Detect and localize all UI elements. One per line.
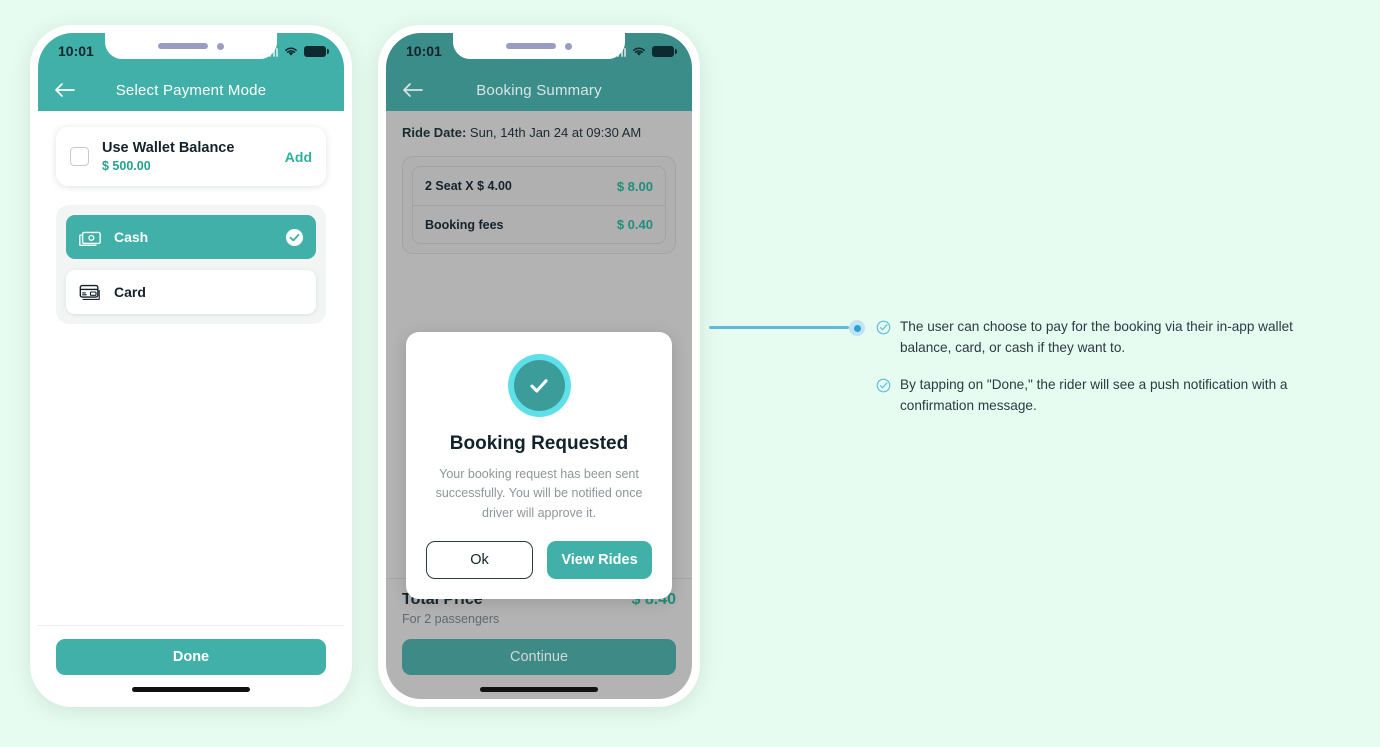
fare-label: 2 Seat X $ 4.00 bbox=[425, 179, 512, 193]
dialog-description: Your booking request has been sent succe… bbox=[435, 467, 643, 520]
cash-banknote-icon bbox=[79, 231, 101, 246]
wallet-balance-card[interactable]: Use Wallet Balance $ 500.00 Add bbox=[56, 127, 326, 186]
phone-mockup-booking-summary: 10:01 Booking Summary Ride Date: Sun, 14… bbox=[378, 25, 700, 707]
wifi-icon bbox=[633, 47, 645, 56]
checkbox-unchecked-icon[interactable] bbox=[70, 147, 89, 166]
status-time: 10:01 bbox=[58, 43, 94, 59]
wallet-text-block: Use Wallet Balance $ 500.00 bbox=[102, 140, 272, 173]
annotation-list: The user can choose to pay for the booki… bbox=[876, 317, 1326, 434]
callout-connector-line bbox=[709, 326, 849, 329]
callout-anchor-dot bbox=[849, 320, 865, 336]
phone2-app-bar: Booking Summary bbox=[386, 69, 692, 111]
phone1-app-bar: Select Payment Mode bbox=[38, 69, 344, 111]
continue-button[interactable]: Continue bbox=[402, 639, 676, 675]
phone-notch bbox=[105, 33, 277, 59]
ride-date: Ride Date: Sun, 14th Jan 24 at 09:30 AM bbox=[402, 125, 676, 140]
success-check-circle-icon bbox=[507, 354, 571, 417]
view-rides-button[interactable]: View Rides bbox=[547, 541, 652, 580]
dialog-title: Booking Requested bbox=[449, 433, 629, 454]
fare-amount: $ 0.40 bbox=[616, 217, 653, 232]
phone2-content: Ride Date: Sun, 14th Jan 24 at 09:30 AM … bbox=[386, 111, 692, 600]
payment-option-label: Cash bbox=[114, 229, 149, 245]
annotation-item: By tapping on "Done," the rider will see… bbox=[876, 375, 1326, 416]
success-inner-circle bbox=[513, 360, 565, 411]
fare-row: Booking fees $ 0.40 bbox=[413, 205, 665, 243]
checkmark-icon bbox=[530, 378, 548, 393]
payment-option-cash[interactable]: Cash bbox=[66, 215, 316, 259]
fare-rows: 2 Seat X $ 4.00 $ 8.00 Booking fees $ 0.… bbox=[412, 166, 666, 244]
notch-speaker bbox=[158, 43, 208, 49]
payment-method-group: Cash Card bbox=[56, 205, 326, 324]
check-circle-outline-icon bbox=[876, 378, 891, 393]
page-title: Booking Summary bbox=[476, 81, 602, 99]
page-title: Select Payment Mode bbox=[115, 81, 267, 99]
phone-notch bbox=[453, 33, 625, 59]
notch-camera-icon bbox=[565, 42, 572, 50]
wifi-icon bbox=[285, 47, 297, 56]
annotation-text: The user can choose to pay for the booki… bbox=[900, 319, 1293, 355]
annotation-item: The user can choose to pay for the booki… bbox=[876, 317, 1326, 358]
ride-date-value: Sun, 14th Jan 24 at 09:30 AM bbox=[469, 125, 642, 140]
ride-date-label: Ride Date: bbox=[402, 125, 467, 140]
fare-amount: $ 8.00 bbox=[616, 178, 653, 194]
wallet-title: Use Wallet Balance bbox=[102, 140, 235, 156]
ok-button[interactable]: Ok bbox=[426, 541, 533, 580]
booking-requested-dialog: Booking Requested Your booking request h… bbox=[406, 332, 672, 600]
battery-icon bbox=[652, 46, 677, 57]
back-arrow-icon[interactable] bbox=[54, 82, 76, 98]
payment-option-label: Card bbox=[114, 284, 146, 300]
home-indicator bbox=[132, 687, 250, 692]
phone2-screen: 10:01 Booking Summary Ride Date: Sun, 14… bbox=[386, 33, 692, 699]
fare-row: 2 Seat X $ 4.00 $ 8.00 bbox=[413, 167, 665, 205]
payment-option-card[interactable]: Card bbox=[66, 270, 316, 314]
fare-label: Booking fees bbox=[425, 217, 504, 232]
fare-breakdown-card: 2 Seat X $ 4.00 $ 8.00 Booking fees $ 0.… bbox=[402, 156, 676, 254]
phone1-content: Use Wallet Balance $ 500.00 Add Cash Car… bbox=[38, 111, 344, 625]
dialog-actions: Ok View Rides bbox=[426, 541, 652, 580]
add-funds-link[interactable]: Add bbox=[285, 149, 312, 165]
notch-speaker bbox=[506, 43, 556, 49]
total-price-subtext: For 2 passengers bbox=[402, 612, 500, 626]
notch-camera-icon bbox=[217, 42, 224, 50]
back-arrow-icon[interactable] bbox=[402, 82, 424, 98]
status-time: 10:01 bbox=[406, 43, 442, 59]
check-circle-outline-icon bbox=[876, 320, 891, 335]
phone1-screen: 10:01 Select Payment Mode Use Wallet Bal… bbox=[38, 33, 344, 699]
canvas: 10:01 Select Payment Mode Use Wallet Bal… bbox=[0, 0, 1380, 747]
battery-icon bbox=[304, 46, 329, 57]
phone-mockup-payment-mode: 10:01 Select Payment Mode Use Wallet Bal… bbox=[30, 25, 352, 707]
home-indicator bbox=[480, 687, 598, 692]
wallet-amount: $ 500.00 bbox=[102, 159, 151, 173]
check-circle-icon bbox=[285, 228, 304, 246]
annotation-text: By tapping on "Done," the rider will see… bbox=[900, 377, 1288, 413]
credit-card-icon bbox=[79, 284, 100, 300]
done-button[interactable]: Done bbox=[56, 639, 326, 675]
